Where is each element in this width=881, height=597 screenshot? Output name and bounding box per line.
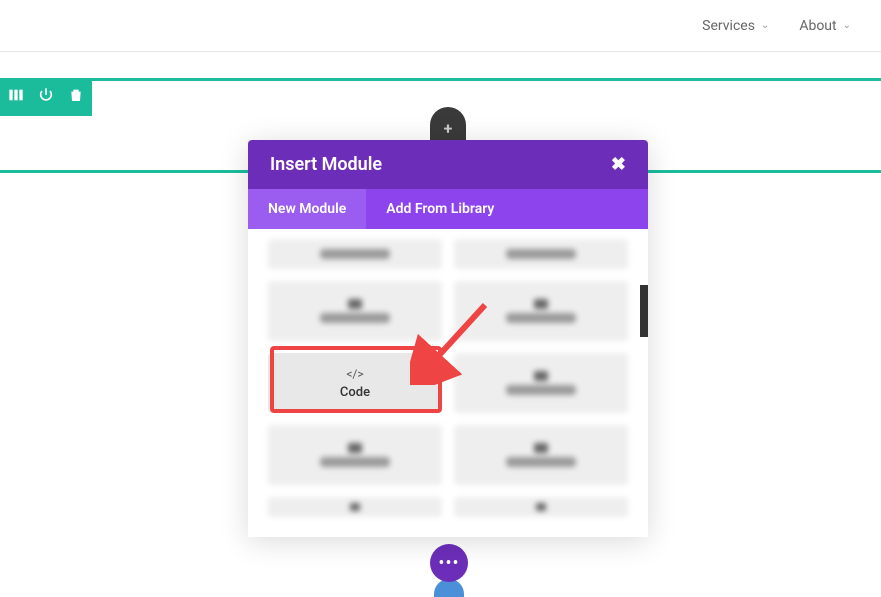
module-card-blurred[interactable] <box>454 425 628 485</box>
columns-icon[interactable] <box>8 87 24 107</box>
nav-about[interactable]: About ⌄ <box>799 18 851 34</box>
tab-new-label: New Module <box>268 201 346 217</box>
code-icon: </> <box>346 367 363 381</box>
insert-module-modal: Insert Module ✖ New Module Add From Libr… <box>248 140 648 537</box>
modal-title: Insert Module <box>270 154 382 175</box>
module-card-blurred[interactable] <box>454 353 628 413</box>
scrollbar[interactable] <box>640 285 648 337</box>
chevron-down-icon: ⌄ <box>761 20 769 31</box>
nav-services-label: Services <box>702 18 755 34</box>
tab-add-from-library[interactable]: Add From Library <box>366 189 514 229</box>
chevron-down-icon: ⌄ <box>843 20 851 31</box>
module-card-blurred[interactable] <box>268 497 442 517</box>
module-grid: </> Code <box>268 239 628 517</box>
modal-body: </> Code <box>248 229 648 537</box>
trash-icon[interactable] <box>68 87 84 107</box>
plus-icon: + <box>444 119 453 138</box>
section-toolbar <box>0 78 92 116</box>
tab-library-label: Add From Library <box>386 201 494 217</box>
close-icon[interactable]: ✖ <box>611 154 626 175</box>
modal-tabs: New Module Add From Library <box>248 189 648 229</box>
module-card-blurred[interactable] <box>268 281 442 341</box>
modal-header: Insert Module ✖ <box>248 140 648 189</box>
top-navigation: Services ⌄ About ⌄ <box>0 0 881 52</box>
add-module-button[interactable]: + <box>430 107 466 143</box>
more-options-button[interactable]: ••• <box>430 544 468 582</box>
module-code-label: Code <box>340 385 370 400</box>
module-card-blurred[interactable] <box>268 239 442 269</box>
tab-new-module[interactable]: New Module <box>248 189 366 229</box>
module-card-blurred[interactable] <box>454 239 628 269</box>
module-card-blurred[interactable] <box>454 281 628 341</box>
nav-services[interactable]: Services ⌄ <box>702 18 769 34</box>
dots-icon: ••• <box>438 553 459 574</box>
module-card-blurred[interactable] <box>454 497 628 517</box>
module-card-blurred[interactable] <box>268 425 442 485</box>
nav-about-label: About <box>799 18 836 34</box>
module-card-code[interactable]: </> Code <box>268 353 442 413</box>
power-icon[interactable] <box>38 87 54 107</box>
